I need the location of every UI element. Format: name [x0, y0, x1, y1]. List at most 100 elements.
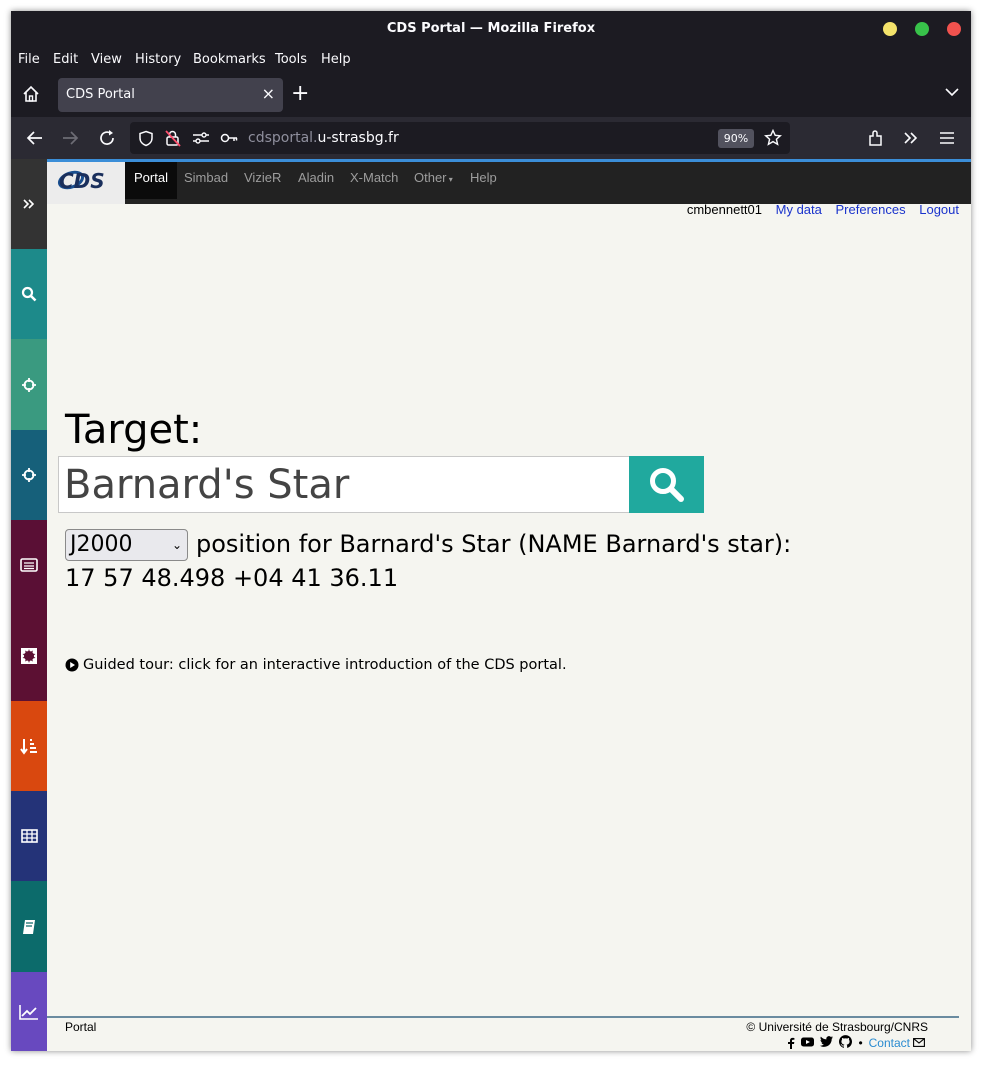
preferences-link[interactable]: Preferences [836, 202, 906, 217]
cds-logo-graphic: CDS [57, 169, 105, 193]
lock-insecure-icon[interactable] [165, 129, 181, 147]
chevron-down-icon[interactable] [945, 87, 959, 97]
footer-portal-label: Portal [65, 1020, 97, 1034]
sidebar-item-image[interactable] [11, 610, 47, 701]
menu-view[interactable]: View [91, 52, 122, 67]
sidebar-item-book[interactable] [11, 881, 47, 972]
crosshair-icon [22, 377, 36, 392]
facebook-icon[interactable] [787, 1037, 795, 1049]
sidebar-item-search[interactable] [11, 249, 47, 339]
sky-image-icon [21, 647, 37, 664]
search-icon [649, 467, 684, 502]
guided-tour-link[interactable]: Guided tour: click for an interactive in… [65, 657, 567, 673]
reload-icon[interactable] [97, 128, 117, 148]
play-circle-icon [65, 658, 79, 672]
twitter-icon[interactable] [820, 1036, 834, 1047]
menu-tools[interactable]: Tools [275, 52, 307, 67]
footer-separator-dot: • [858, 1036, 863, 1050]
username: cmbennett01 [686, 202, 763, 217]
target-label: Target: [65, 407, 203, 453]
coordinates-value: 17 57 48.498 +04 41 36.11 [65, 564, 399, 592]
double-chevron-right-icon [23, 199, 35, 209]
new-tab-icon[interactable]: + [291, 83, 309, 105]
sidebar-item-crosshair-2[interactable] [11, 430, 47, 520]
sidebar-item-table[interactable] [11, 791, 47, 881]
footer-divider [47, 1016, 959, 1018]
extensions-icon[interactable] [866, 128, 886, 148]
forward-icon[interactable] [60, 128, 80, 148]
cds-nav-aladin[interactable]: Aladin [289, 162, 343, 199]
guided-tour-text: Guided tour: click for an interactive in… [83, 657, 567, 673]
cds-logo[interactable]: CDS [47, 162, 125, 204]
bookmark-star-icon[interactable] [764, 129, 782, 147]
url-domain-dim: cdsportal. [248, 130, 318, 146]
sidebar-item-list[interactable] [11, 520, 47, 610]
menu-bar: File Edit View History Bookmarks Tools H… [11, 47, 971, 73]
sort-list-icon [20, 739, 37, 755]
close-tab-icon[interactable]: × [262, 84, 275, 103]
permissions-icon[interactable] [192, 131, 210, 145]
menu-help[interactable]: Help [321, 52, 351, 67]
url-bar[interactable]: cdsportal.u-strasbg.fr 90% [130, 122, 790, 154]
cds-nav-other[interactable]: Other ▾ [405, 162, 462, 199]
search-icon [21, 286, 37, 302]
title-bar: CDS Portal — Mozilla Firefox [11, 11, 971, 47]
youtube-icon[interactable] [801, 1037, 815, 1047]
target-input[interactable] [58, 456, 630, 513]
contact-link[interactable]: Contact [869, 1036, 910, 1050]
tab-label: CDS Portal [66, 87, 135, 102]
tab-cds-portal[interactable]: CDS Portal × [58, 78, 283, 112]
page-content: CDS Portal Simbad VizieR Aladin X-Match … [11, 159, 971, 1051]
firefox-window: CDS Portal — Mozilla Firefox File Edit V… [11, 11, 971, 1051]
list-card-icon [20, 558, 38, 572]
menu-edit[interactable]: Edit [53, 52, 78, 67]
user-links: cmbennett01 My data Preferences Logout [677, 202, 959, 217]
maximize-button[interactable] [915, 22, 929, 36]
my-data-link[interactable]: My data [776, 202, 822, 217]
cds-topbar: CDS Portal Simbad VizieR Aladin X-Match … [47, 159, 971, 204]
menu-history[interactable]: History [135, 52, 181, 67]
nav-bar: cdsportal.u-strasbg.fr 90% [11, 117, 971, 159]
close-window-button[interactable] [947, 22, 961, 36]
github-icon[interactable] [839, 1035, 853, 1048]
table-icon [20, 829, 38, 843]
shield-icon[interactable] [138, 130, 154, 147]
cds-nav-xmatch[interactable]: X-Match [341, 162, 407, 199]
footer-copyright: © Université de Strasbourg/CNRS [746, 1020, 928, 1034]
svg-text:CDS: CDS [59, 169, 105, 193]
home-icon[interactable] [21, 83, 41, 105]
coordinate-frame-value: J2000 [70, 532, 133, 557]
minimize-button[interactable] [883, 22, 897, 36]
chevron-down-icon: ⌄ [171, 538, 182, 552]
sidebar-expand-button[interactable] [11, 159, 47, 249]
menu-file[interactable]: File [18, 52, 40, 67]
coordinate-frame-select[interactable]: J2000 ⌄ [65, 529, 188, 561]
url-text[interactable]: cdsportal.u-strasbg.fr [248, 130, 399, 146]
crosshair-icon [22, 468, 36, 482]
cds-nav-other-label: Other [414, 170, 447, 185]
url-domain-main: u-strasbg.fr [317, 130, 399, 146]
window-title: CDS Portal — Mozilla Firefox [386, 21, 596, 36]
book-icon [23, 919, 35, 934]
cds-sidebar [11, 159, 47, 1051]
cds-nav-simbad[interactable]: Simbad [175, 162, 237, 199]
sidebar-item-chart[interactable] [11, 972, 47, 1051]
cds-nav-vizier[interactable]: VizieR [235, 162, 290, 199]
sidebar-item-crosshair-1[interactable] [11, 339, 47, 430]
menu-bookmarks[interactable]: Bookmarks [193, 52, 266, 67]
logout-link[interactable]: Logout [919, 202, 959, 217]
position-description: position for Barnard's Star (NAME Barnar… [196, 530, 792, 558]
zoom-indicator[interactable]: 90% [718, 129, 754, 148]
key-icon[interactable] [220, 132, 238, 144]
sidebar-item-sort[interactable] [11, 701, 47, 791]
cds-nav-help[interactable]: Help [461, 162, 506, 199]
envelope-icon[interactable] [913, 1038, 925, 1047]
back-icon[interactable] [25, 128, 45, 148]
line-chart-icon [19, 1004, 38, 1020]
hamburger-menu-icon[interactable] [937, 128, 957, 148]
cds-nav-portal[interactable]: Portal [125, 162, 177, 199]
tab-bar: CDS Portal × + [11, 73, 971, 117]
search-button[interactable] [629, 456, 704, 513]
overflow-chevrons-icon[interactable] [901, 128, 921, 148]
caret-down-icon: ▾ [446, 175, 453, 184]
